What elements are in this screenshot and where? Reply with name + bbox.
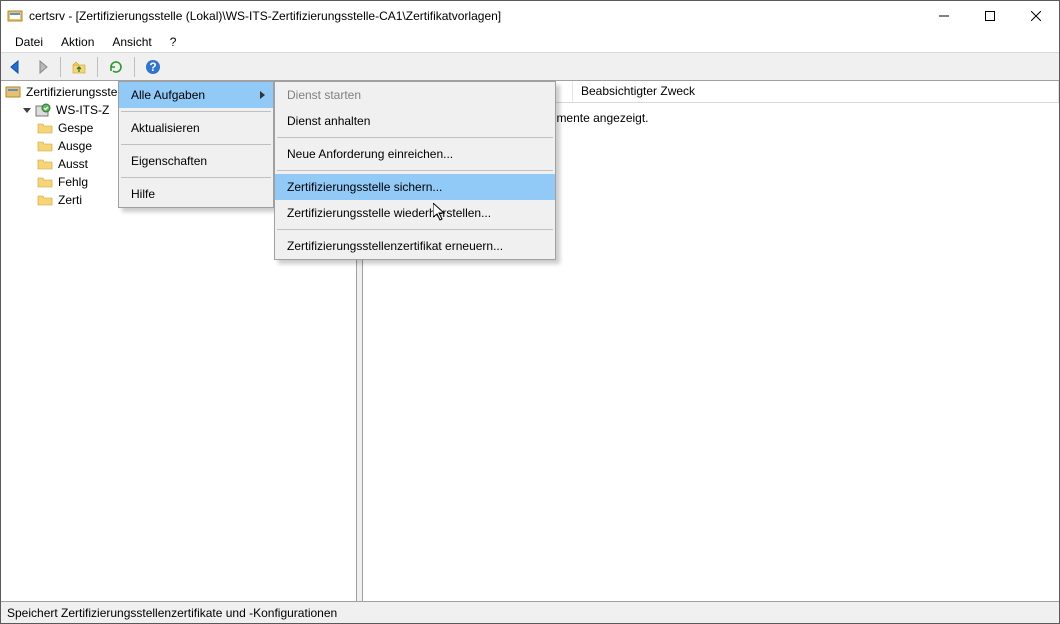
cm-properties-label: Eigenschaften [131, 154, 207, 168]
titlebar: certsrv - [Zertifizierungsstelle (Lokal)… [1, 1, 1059, 31]
tree-ca-label: WS-ITS-Z [54, 103, 111, 117]
svg-text:?: ? [149, 60, 156, 74]
cm-all-tasks[interactable]: Alle Aufgaben [119, 82, 273, 108]
ca-icon [35, 102, 51, 118]
toolbar-separator [97, 57, 98, 77]
menu-action[interactable]: Aktion [53, 33, 102, 51]
cm-properties[interactable]: Eigenschaften [119, 148, 273, 174]
cm-new-request-label: Neue Anforderung einreichen... [287, 147, 453, 161]
context-submenu: Dienst starten Dienst anhalten Neue Anfo… [274, 81, 556, 260]
refresh-icon [108, 59, 124, 75]
statusbar: Speichert Zertifizierungsstellenzertifik… [1, 601, 1059, 623]
forward-icon [34, 59, 50, 75]
cm-restore-ca-label: Zertifizierungsstelle wiederherstellen..… [287, 206, 491, 220]
tree-child-label: Ausge [56, 139, 94, 153]
cm-renew-cert[interactable]: Zertifizierungsstellenzertifikat erneuer… [275, 233, 555, 259]
minimize-button[interactable] [921, 1, 967, 31]
cm-refresh[interactable]: Aktualisieren [119, 115, 273, 141]
context-menu-separator [121, 111, 271, 112]
minimize-icon [939, 11, 949, 21]
menu-help[interactable]: ? [162, 33, 185, 51]
maximize-icon [985, 11, 995, 21]
cm-refresh-label: Aktualisieren [131, 121, 200, 135]
ca-root-icon [5, 84, 21, 100]
close-button[interactable] [1013, 1, 1059, 31]
context-menu-separator [121, 144, 271, 145]
cm-renew-cert-label: Zertifizierungsstellenzertifikat erneuer… [287, 239, 503, 253]
cm-service-stop-label: Dienst anhalten [287, 114, 370, 128]
back-icon [8, 59, 24, 75]
menu-view[interactable]: Ansicht [104, 33, 159, 51]
expander-icon[interactable] [21, 104, 33, 116]
cm-help[interactable]: Hilfe [119, 181, 273, 207]
tree-child-label: Gespe [56, 121, 95, 135]
body-area: Zertifizierungsstelle (Lokal) WS-ITS-Z [1, 81, 1059, 601]
tree-child-label: Ausst [56, 157, 90, 171]
mmc-icon [7, 8, 23, 24]
folder-icon [37, 138, 53, 154]
menubar: Datei Aktion Ansicht ? [1, 31, 1059, 53]
cm-service-stop[interactable]: Dienst anhalten [275, 108, 555, 134]
toolbar: ? [1, 53, 1059, 81]
maximize-button[interactable] [967, 1, 1013, 31]
tree-child-label: Fehlg [56, 175, 90, 189]
up-button[interactable] [68, 56, 90, 78]
window-title: certsrv - [Zertifizierungsstelle (Lokal)… [29, 9, 921, 23]
folder-icon [37, 174, 53, 190]
context-menu-separator [277, 137, 553, 138]
help-icon: ? [145, 59, 161, 75]
context-menu-separator [121, 177, 271, 178]
cm-service-start: Dienst starten [275, 82, 555, 108]
close-icon [1031, 11, 1041, 21]
mmc-window: certsrv - [Zertifizierungsstelle (Lokal)… [0, 0, 1060, 624]
context-menu-separator [277, 170, 553, 171]
cm-help-label: Hilfe [131, 187, 155, 201]
statusbar-text: Speichert Zertifizierungsstellenzertifik… [7, 606, 337, 620]
up-icon [71, 59, 87, 75]
cm-all-tasks-label: Alle Aufgaben [131, 88, 205, 102]
context-menu-separator [277, 229, 553, 230]
cm-backup-ca[interactable]: Zertifizierungsstelle sichern... [275, 174, 555, 200]
window-controls [921, 1, 1059, 31]
tree-child-label: Zerti [56, 193, 84, 207]
toolbar-separator [60, 57, 61, 77]
folder-icon [37, 120, 53, 136]
forward-button[interactable] [31, 56, 53, 78]
context-menu: Alle Aufgaben Aktualisieren Eigenschafte… [118, 81, 274, 208]
folder-icon [37, 192, 53, 208]
back-button[interactable] [5, 56, 27, 78]
cm-restore-ca[interactable]: Zertifizierungsstelle wiederherstellen..… [275, 200, 555, 226]
cm-service-start-label: Dienst starten [287, 88, 361, 102]
column-purpose[interactable]: Beabsichtigter Zweck [573, 81, 1059, 102]
folder-icon [37, 156, 53, 172]
cm-new-request[interactable]: Neue Anforderung einreichen... [275, 141, 555, 167]
refresh-button[interactable] [105, 56, 127, 78]
menu-file[interactable]: Datei [7, 33, 51, 51]
toolbar-separator [134, 57, 135, 77]
help-button[interactable]: ? [142, 56, 164, 78]
cm-backup-ca-label: Zertifizierungsstelle sichern... [287, 180, 442, 194]
